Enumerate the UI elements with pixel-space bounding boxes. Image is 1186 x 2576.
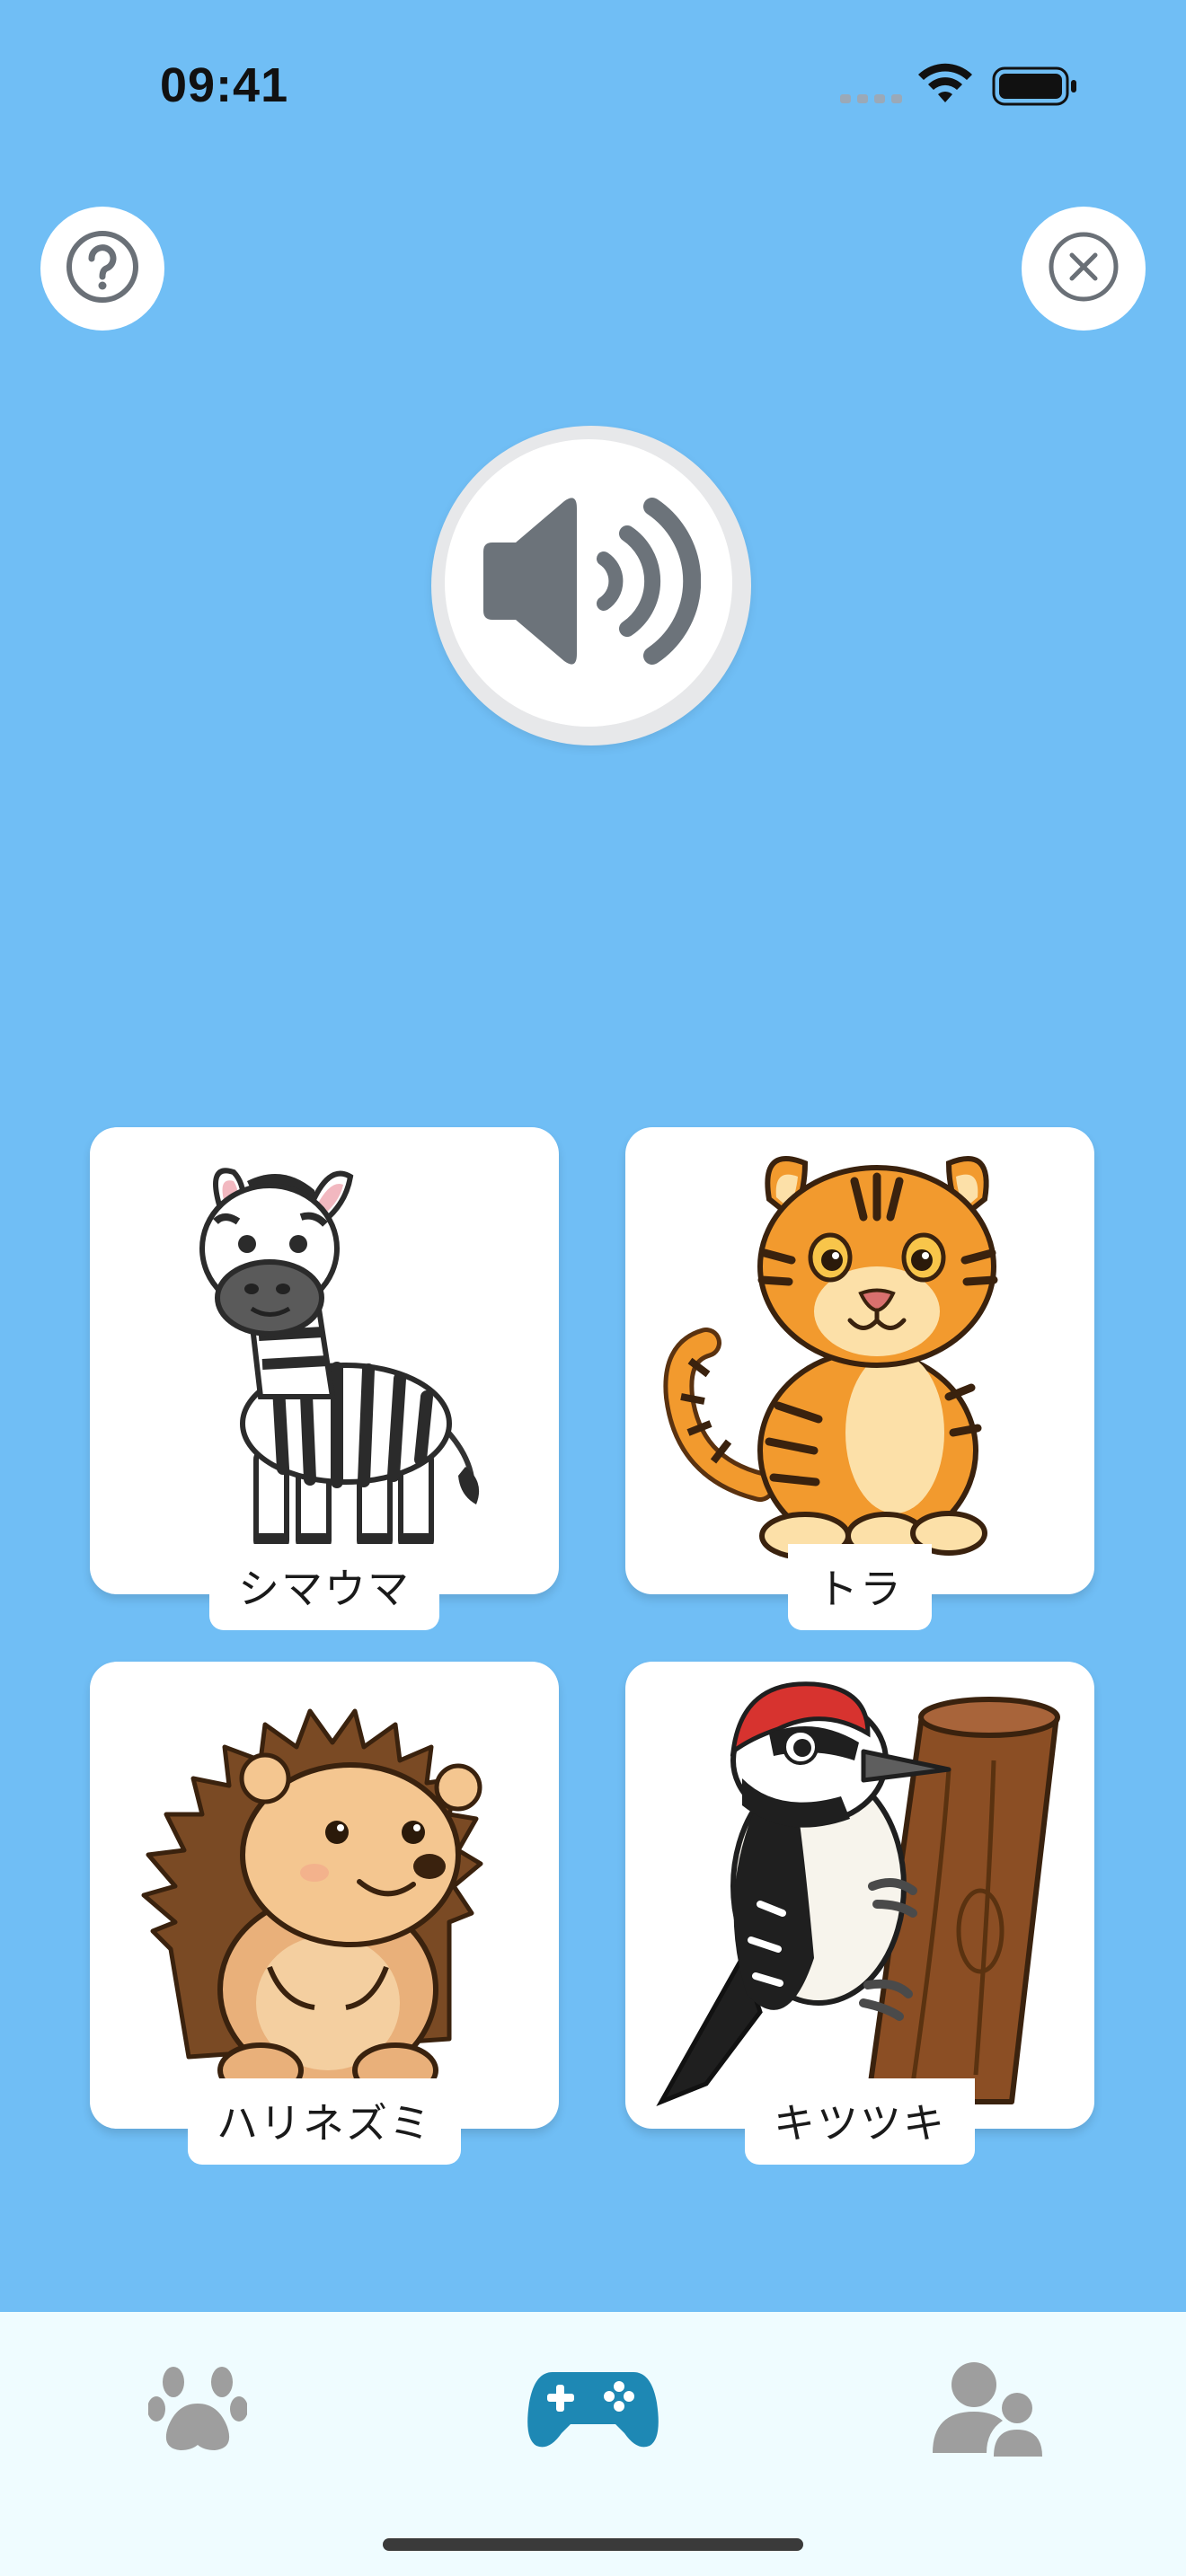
cellular-signal-icon — [840, 92, 903, 109]
tab-bar — [0, 2312, 1186, 2576]
zebra-image — [199, 1168, 480, 1552]
play-sound-button[interactable] — [431, 426, 751, 745]
answer-card-woodpecker[interactable]: キツツキ — [625, 1662, 1094, 2165]
users-icon — [933, 2360, 1044, 2462]
question-circle-icon — [64, 228, 141, 309]
card-label-tiger: トラ — [788, 1544, 932, 1630]
sound-button-face — [445, 439, 732, 727]
paw-icon — [147, 2362, 248, 2459]
status-time: 09:41 — [160, 58, 289, 112]
x-circle-icon — [1045, 228, 1122, 309]
tiger-image — [663, 1156, 998, 1560]
battery-icon — [992, 66, 1078, 110]
answer-card-hedgehog[interactable]: ハリネズミ — [90, 1662, 559, 2165]
home-indicator — [383, 2538, 803, 2551]
card-label-hedgehog: ハリネズミ — [188, 2078, 461, 2165]
card-label-woodpecker: キツツキ — [745, 2078, 975, 2165]
status-bar: 09:41 — [0, 0, 1186, 180]
tab-animals[interactable] — [108, 2312, 288, 2510]
answer-card-tiger[interactable]: トラ — [625, 1127, 1094, 1630]
answer-card-zebra[interactable]: シマウマ — [90, 1127, 559, 1630]
tab-games[interactable] — [503, 2312, 683, 2510]
card-label-zebra: シマウマ — [209, 1544, 439, 1630]
close-button[interactable] — [1022, 207, 1146, 331]
help-button[interactable] — [40, 207, 164, 331]
wifi-icon — [916, 63, 974, 110]
speaker-wave-icon — [476, 487, 702, 679]
gamepad-icon — [526, 2367, 660, 2455]
woodpecker-image — [656, 1681, 1060, 2106]
tab-profile[interactable] — [898, 2312, 1078, 2510]
hedgehog-image — [141, 1708, 483, 2098]
